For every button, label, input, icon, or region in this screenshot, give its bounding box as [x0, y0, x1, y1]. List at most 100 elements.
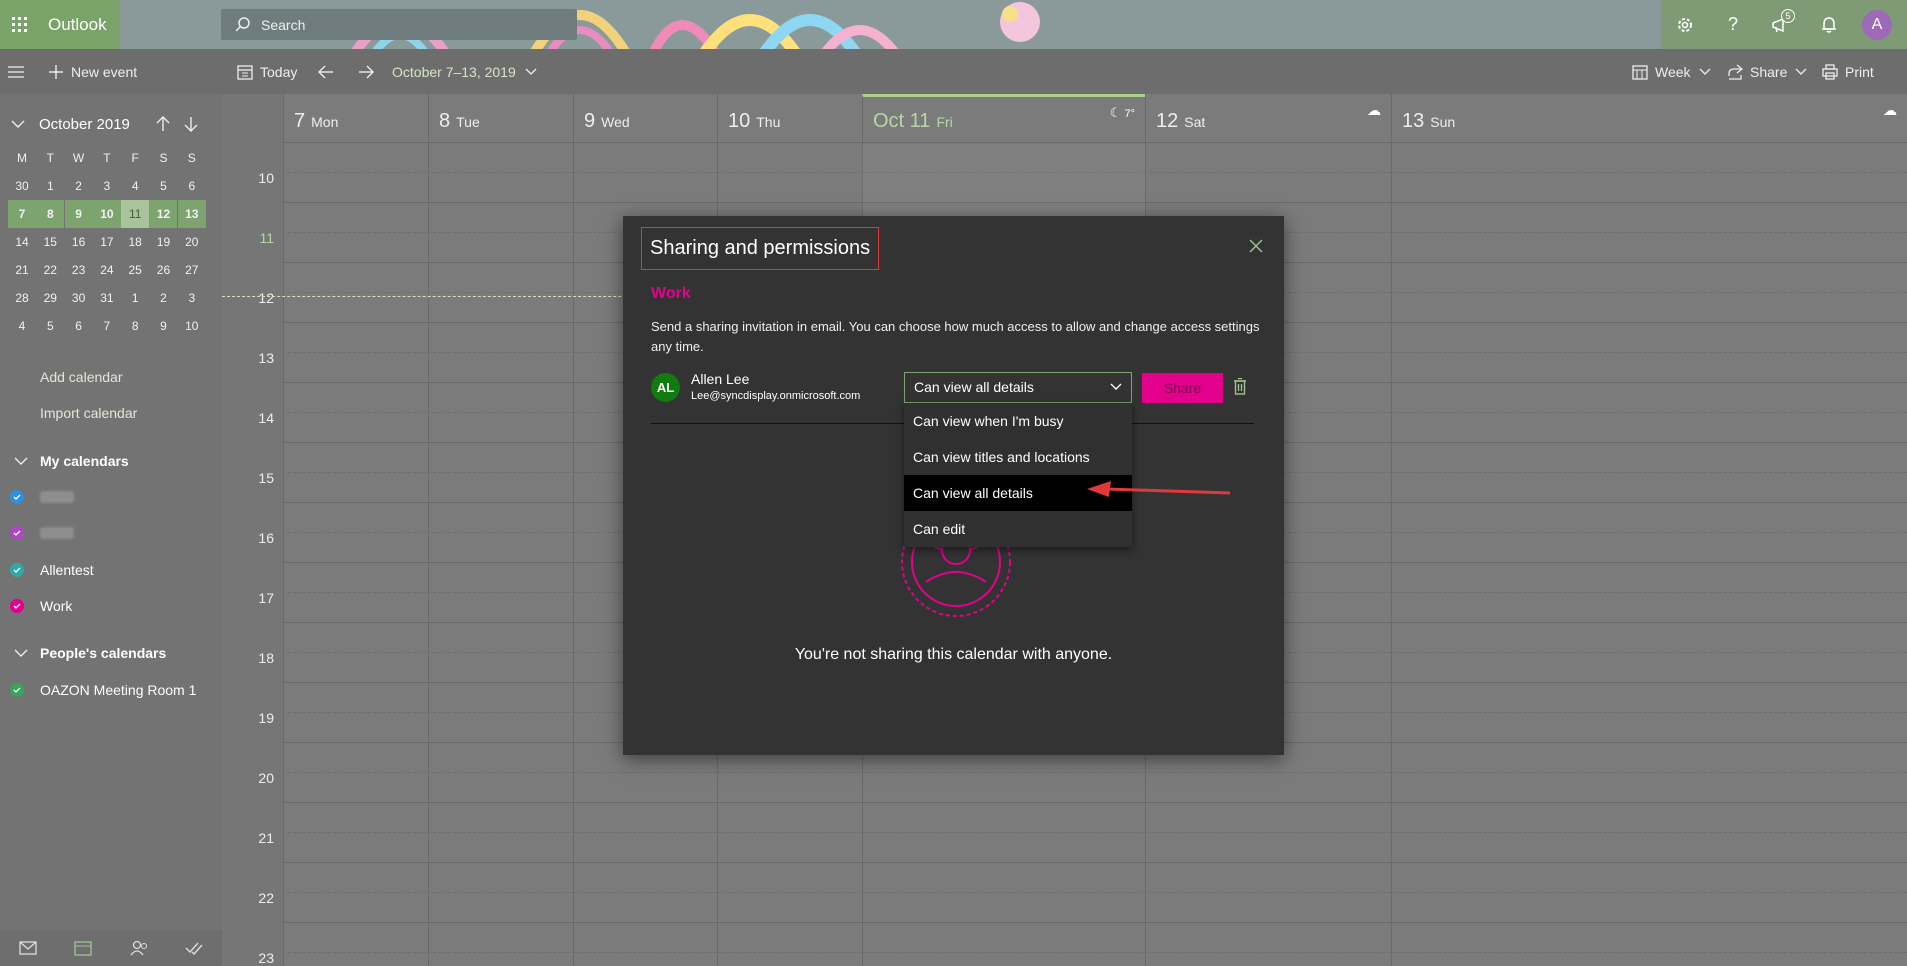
calendar-item[interactable] — [10, 490, 74, 504]
mini-calendar-day[interactable]: 20 — [178, 228, 206, 256]
permission-option[interactable]: Can edit — [904, 511, 1132, 547]
mini-calendar-day[interactable]: 30 — [8, 172, 36, 200]
import-calendar-link[interactable]: Import calendar — [40, 405, 137, 421]
day-header[interactable]: 7 Mon — [283, 94, 428, 144]
mini-calendar-day[interactable]: 10 — [92, 200, 121, 228]
mini-calendar-day[interactable]: 7 — [93, 312, 121, 340]
calendar-icon[interactable] — [74, 940, 92, 956]
close-icon[interactable] — [1248, 238, 1264, 254]
mini-calendar-day[interactable]: 5 — [149, 172, 177, 200]
mini-calendar-day[interactable]: 9 — [64, 200, 93, 228]
print-button[interactable]: Print — [1822, 49, 1874, 94]
day-name: Thu — [756, 114, 781, 130]
toggle-nav-button[interactable] — [8, 49, 31, 94]
mini-calendar-day[interactable]: 17 — [93, 228, 121, 256]
day-header[interactable]: 10 Thu — [717, 94, 862, 144]
app-launcher-button[interactable] — [0, 0, 40, 49]
share-button[interactable]: Share — [1142, 373, 1223, 403]
mini-calendar-day[interactable]: 2 — [65, 172, 93, 200]
mini-calendar-day[interactable]: 1 — [36, 172, 64, 200]
previous-week-button[interactable] — [318, 49, 341, 94]
mini-calendar-day[interactable]: 13 — [177, 200, 206, 228]
weather-moon-icon[interactable]: ☾ 7° — [1110, 105, 1135, 121]
date-range-picker[interactable]: October 7–13, 2019 — [392, 49, 544, 94]
day-header[interactable]: 8 Tue — [428, 94, 573, 144]
my-calendars-label: My calendars — [40, 453, 129, 469]
check-icon[interactable] — [10, 599, 24, 613]
mini-calendar-day[interactable]: 3 — [178, 284, 206, 312]
peoples-calendars-header[interactable]: People's calendars — [14, 645, 166, 661]
mini-calendar-day[interactable]: 11 — [121, 200, 150, 228]
mini-calendar-day[interactable]: 4 — [121, 172, 149, 200]
mini-calendar-day[interactable]: 2 — [149, 284, 177, 312]
next-week-button[interactable] — [358, 49, 381, 94]
permission-option[interactable]: Can view titles and locations — [904, 439, 1132, 475]
settings-button[interactable] — [1661, 0, 1709, 49]
mini-calendar-day[interactable]: 8 — [36, 200, 65, 228]
mini-calendar-day[interactable]: 6 — [178, 172, 206, 200]
permission-option[interactable]: Can view when I'm busy — [904, 403, 1132, 439]
day-header[interactable]: 13 Sun ☁ — [1391, 94, 1907, 144]
mini-calendar-day[interactable]: 12 — [149, 200, 178, 228]
search-box[interactable]: Search — [221, 9, 577, 40]
mini-calendar-day[interactable]: 30 — [65, 284, 93, 312]
check-icon[interactable] — [10, 683, 24, 697]
whats-new-button[interactable]: 5 — [1757, 0, 1805, 49]
mini-calendar-day[interactable]: 21 — [8, 256, 36, 284]
mini-calendar-day[interactable]: 24 — [93, 256, 121, 284]
mini-calendar-day[interactable]: 26 — [149, 256, 177, 284]
view-switcher[interactable]: Week — [1632, 49, 1718, 94]
calendar-item[interactable]: Allentest — [10, 562, 94, 578]
new-event-button[interactable]: New event — [48, 49, 137, 94]
day-header[interactable]: 9 Wed — [573, 94, 717, 144]
mini-calendar-day[interactable]: 16 — [65, 228, 93, 256]
mini-calendar-day[interactable]: 18 — [121, 228, 149, 256]
calendar-item[interactable]: Work — [10, 598, 72, 614]
mini-calendar-day[interactable]: 27 — [178, 256, 206, 284]
mini-calendar-day[interactable]: 15 — [36, 228, 64, 256]
today-button[interactable]: Today — [237, 49, 297, 94]
mini-calendar-day[interactable]: 7 — [8, 200, 36, 228]
app-name[interactable]: Outlook — [40, 0, 120, 49]
mini-calendar-day[interactable]: 6 — [65, 312, 93, 340]
people-icon[interactable] — [130, 940, 148, 956]
mini-calendar-day[interactable]: 29 — [36, 284, 64, 312]
add-calendar-link[interactable]: Add calendar — [40, 369, 123, 385]
mini-calendar-day[interactable]: 25 — [121, 256, 149, 284]
weather-cloud-icon[interactable]: ☁ — [1367, 102, 1381, 119]
mini-calendar-day[interactable]: 14 — [8, 228, 36, 256]
trash-icon[interactable] — [1233, 378, 1247, 396]
mail-icon[interactable] — [19, 941, 37, 955]
tasks-icon[interactable] — [185, 941, 203, 955]
mini-calendar-day[interactable]: 23 — [65, 256, 93, 284]
permission-dropdown[interactable]: Can view all details — [904, 372, 1132, 403]
mini-calendar-month[interactable]: October 2019 — [39, 116, 130, 133]
arrow-up-icon[interactable] — [156, 116, 170, 132]
weather-cloud-icon[interactable]: ☁ — [1883, 102, 1897, 119]
share-calendar-button[interactable]: Share — [1727, 49, 1814, 94]
account-button[interactable]: A — [1853, 0, 1901, 49]
mini-calendar-day[interactable]: 1 — [121, 284, 149, 312]
notifications-button[interactable] — [1805, 0, 1853, 49]
mini-calendar-day[interactable]: 9 — [149, 312, 177, 340]
my-calendars-header[interactable]: My calendars — [14, 453, 129, 469]
arrow-down-icon[interactable] — [184, 116, 198, 132]
check-icon[interactable] — [10, 490, 24, 504]
mini-calendar-day[interactable]: 4 — [8, 312, 36, 340]
day-header[interactable]: 12 Sat ☁ — [1145, 94, 1391, 144]
mini-calendar-day[interactable]: 31 — [93, 284, 121, 312]
mini-calendar-day[interactable]: 8 — [121, 312, 149, 340]
mini-calendar-day[interactable]: 19 — [149, 228, 177, 256]
mini-calendar-day[interactable]: 5 — [36, 312, 64, 340]
check-icon[interactable] — [10, 563, 24, 577]
help-button[interactable]: ? — [1709, 0, 1757, 49]
mini-calendar-day[interactable]: 10 — [178, 312, 206, 340]
day-header[interactable]: Oct 11 Fri ☾ 7° — [862, 94, 1145, 144]
mini-calendar-day[interactable]: 3 — [93, 172, 121, 200]
mini-calendar-day[interactable]: 28 — [8, 284, 36, 312]
check-icon[interactable] — [10, 526, 24, 540]
mini-calendar-day[interactable]: 22 — [36, 256, 64, 284]
chevron-down-icon[interactable] — [11, 120, 25, 129]
calendar-item[interactable]: OAZON Meeting Room 1 — [10, 682, 196, 698]
calendar-item[interactable] — [10, 526, 74, 540]
